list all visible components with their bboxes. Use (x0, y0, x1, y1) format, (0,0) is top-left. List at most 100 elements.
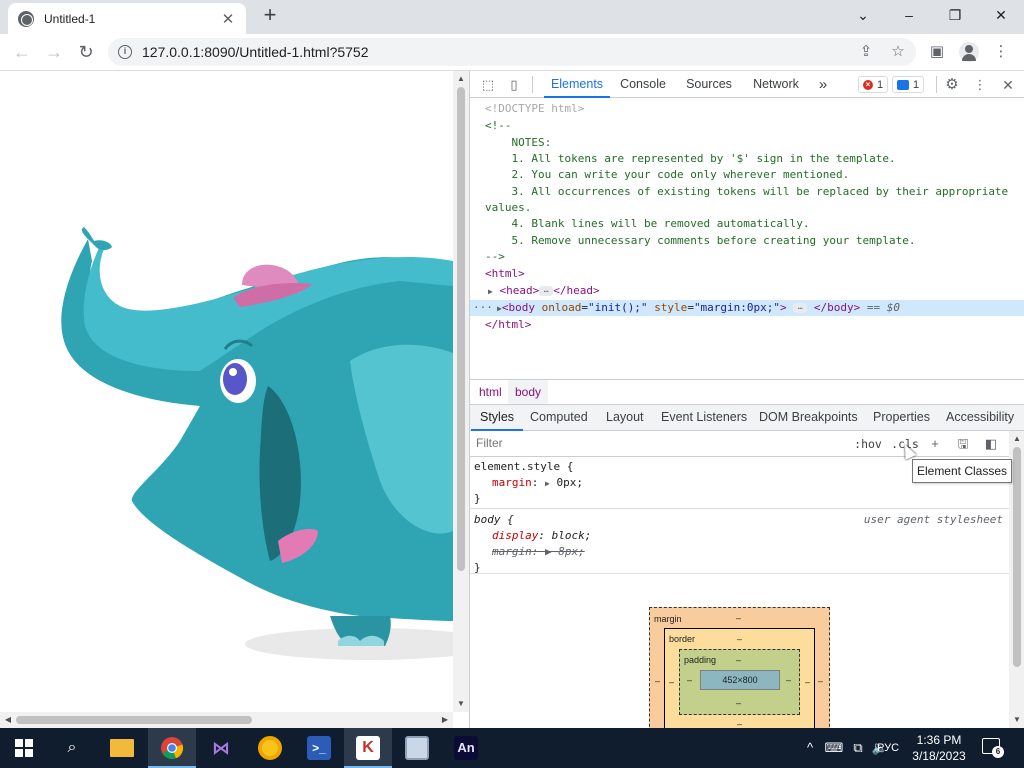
scroll-down-arrow-icon[interactable]: ▼ (453, 696, 469, 712)
more-tabs-icon[interactable]: » (814, 71, 832, 98)
collapsed-ellipsis-icon[interactable]: … (793, 303, 808, 313)
breadcrumb-body[interactable]: body (508, 380, 549, 404)
scroll-down-arrow-icon[interactable]: ▼ (1009, 712, 1024, 728)
dom-node-html[interactable]: <html> (485, 266, 525, 282)
clock-time: 1:36 PM (916, 733, 962, 747)
start-button[interactable] (0, 728, 48, 768)
scroll-thumb[interactable] (1013, 447, 1021, 667)
tab-properties[interactable]: Properties (873, 405, 930, 430)
rendering-emulation-icon[interactable]: 🖫 (954, 435, 972, 453)
dom-comment-line: 1. All tokens are represented by '$' sig… (485, 152, 896, 165)
tab-dom-breakpoints[interactable]: DOM Breakpoints (759, 405, 858, 430)
dom-comment-open[interactable]: <!-- (485, 118, 512, 134)
device-toolbar-icon[interactable]: ▯ (504, 75, 524, 95)
collapsed-ellipsis-icon[interactable]: … (539, 286, 554, 296)
message-badge[interactable]: 1 (892, 76, 925, 93)
taskbar-file-explorer[interactable] (98, 728, 146, 768)
hover-state-toggle[interactable]: :hov (852, 435, 884, 453)
scroll-up-arrow-icon[interactable]: ▲ (453, 71, 469, 87)
property-value: block; (551, 529, 592, 542)
toggle-sidebar-icon[interactable]: ◧ (982, 435, 1000, 453)
tab-sources[interactable]: Sources (682, 71, 736, 98)
taskbar-chrome-canary[interactable] (246, 728, 294, 768)
rule-selector[interactable]: body { (474, 512, 514, 528)
bookmark-star-icon[interactable]: ☆ (888, 42, 908, 62)
breadcrumb-html[interactable]: html (472, 380, 509, 404)
tab-accessibility[interactable]: Accessibility (946, 405, 1014, 430)
dom-node-doctype[interactable]: <!DOCTYPE html> (485, 101, 584, 117)
network-icon[interactable]: ⧉ (848, 738, 868, 758)
scroll-right-arrow-icon[interactable]: ▶ (437, 712, 453, 728)
scroll-thumb-horizontal[interactable] (16, 716, 252, 724)
forward-button[interactable]: → (42, 40, 66, 64)
taskbar-chrome[interactable] (148, 728, 196, 768)
rule-selector[interactable]: element.style { (474, 459, 573, 475)
search-button[interactable]: ⌕ (48, 728, 96, 768)
body-open-tag: <body (501, 301, 535, 314)
scroll-thumb[interactable] (457, 87, 465, 571)
property-name: display (492, 529, 539, 542)
dom-node-head[interactable]: ▶ <head>… </head> (488, 283, 600, 299)
tab-computed[interactable]: Computed (530, 405, 588, 430)
menu-kebab-icon[interactable]: ⋮ (990, 41, 1012, 63)
settings-gear-icon[interactable]: ⚙ (942, 75, 962, 95)
close-window-button[interactable]: ✕ (978, 4, 1024, 26)
style-property[interactable]: margin: ▶ 0px; (492, 475, 583, 491)
box-model-content-size[interactable]: 452×800 (700, 670, 780, 690)
reload-button[interactable]: ↻ (74, 40, 98, 64)
taskbar-control-panel[interactable] (393, 728, 441, 768)
styles-filter-input[interactable]: Filter (476, 436, 836, 452)
scroll-left-arrow-icon[interactable]: ◀ (0, 712, 16, 728)
taskbar-kaspersky[interactable]: K (344, 728, 392, 768)
page-vertical-scrollbar[interactable]: ▲ ▼ (453, 71, 469, 712)
taskbar-animate[interactable]: An (442, 728, 490, 768)
minimize-button[interactable]: – (886, 4, 932, 26)
profile-button[interactable] (958, 41, 980, 63)
tab-console[interactable]: Console (616, 71, 670, 98)
tab-network[interactable]: Network (748, 71, 804, 98)
page-horizontal-scrollbar[interactable]: ◀ ▶ (0, 712, 453, 728)
tab-close-icon[interactable]: ✕ (220, 10, 236, 28)
address-bar[interactable]: i 127.0.0.1:8090/Untitled-1.html?5752 ⇪ … (108, 38, 916, 66)
tab-layout[interactable]: Layout (606, 405, 644, 430)
box-model-padding[interactable]: padding – – – – 452×800 (679, 649, 800, 715)
dom-node-body[interactable]: ··· ▶<body onload="init();" style="margin… (470, 300, 1024, 316)
inspect-element-icon[interactable]: ⬚ (478, 75, 498, 95)
keyboard-icon[interactable]: ⌨ (824, 738, 844, 758)
page-content (0, 71, 453, 712)
taskbar-powershell[interactable]: >_ (295, 728, 343, 768)
windows-logo-icon (15, 739, 33, 757)
scroll-up-arrow-icon[interactable]: ▲ (1009, 431, 1024, 447)
page-viewport: ▲ ▼ ◀ ▶ (0, 71, 469, 728)
side-panel-icon[interactable]: ▣ (926, 41, 948, 63)
show-hidden-icons-icon[interactable]: ^ (800, 738, 820, 758)
site-info-icon[interactable]: i (118, 45, 132, 59)
language-indicator[interactable]: РУС (877, 728, 899, 768)
browser-tab[interactable]: Untitled-1 ✕ (8, 3, 246, 34)
restore-button[interactable]: ❐ (932, 4, 978, 26)
box-model-margin[interactable]: margin – – – border – – – – padding – – … (649, 607, 830, 728)
tab-event-listeners[interactable]: Event Listeners (661, 405, 747, 430)
close-devtools-icon[interactable]: ✕ (998, 75, 1018, 95)
expand-caret-icon[interactable]: ▶ (488, 287, 493, 296)
error-badge[interactable]: × 1 (858, 76, 889, 93)
url-text[interactable]: 127.0.0.1:8090/Untitled-1.html?5752 (142, 44, 369, 60)
property-name: margin (492, 476, 532, 489)
back-button[interactable]: ← (10, 40, 34, 64)
error-count: 1 (877, 78, 884, 91)
share-icon[interactable]: ⇪ (856, 42, 876, 62)
notification-center-button[interactable]: 6 (982, 738, 1004, 758)
dom-node-html-close[interactable]: </html> (485, 317, 531, 333)
taskbar-clock[interactable]: 1:36 PM 3/18/2023 (906, 732, 972, 764)
margin-left-value: – (655, 676, 661, 686)
new-style-rule-icon[interactable]: + (926, 435, 944, 453)
new-tab-button[interactable]: + (259, 4, 281, 27)
devtools-menu-icon[interactable]: ⋮ (970, 75, 990, 95)
taskbar-visual-studio[interactable]: ⋈ (197, 728, 245, 768)
tab-styles[interactable]: Styles (470, 405, 524, 431)
box-model-border[interactable]: border – – – – padding – – – – 452×800 (664, 628, 815, 728)
tab-search-icon[interactable]: ⌄ (840, 4, 886, 26)
tab-elements[interactable]: Elements (544, 71, 610, 98)
body-close-tag: </body> (813, 301, 861, 314)
dom-comment-line: 2. You can write your code only wherever… (485, 168, 850, 181)
